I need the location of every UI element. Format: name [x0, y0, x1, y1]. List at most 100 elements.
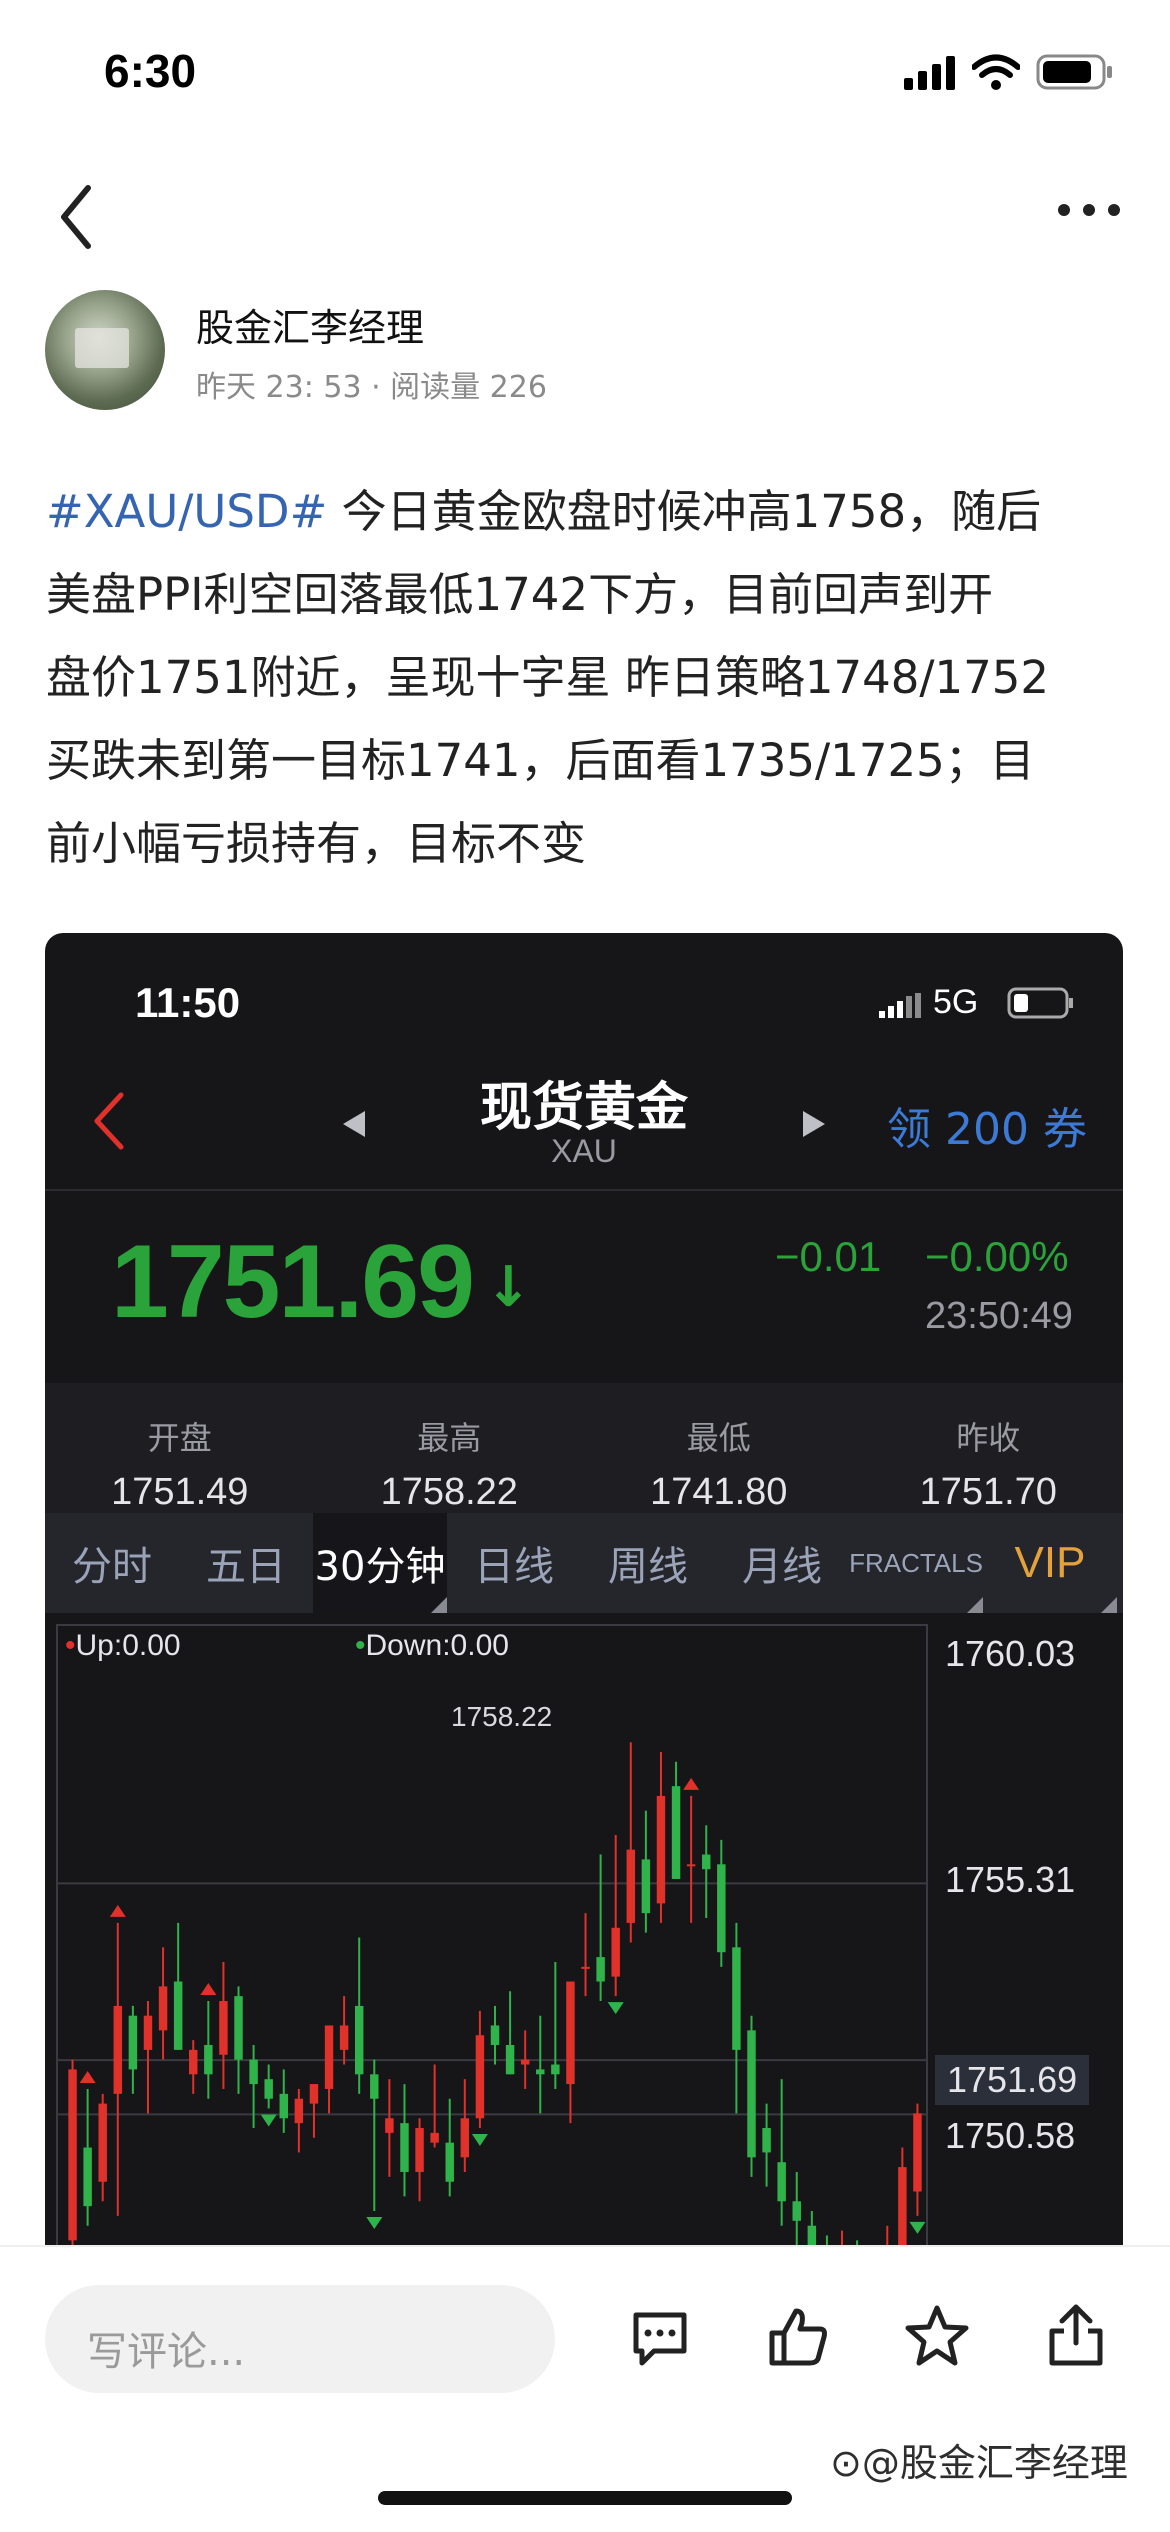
fractal-up-marker — [200, 1983, 217, 1996]
candle-body — [83, 2147, 92, 2207]
screenshot-network: 5G — [933, 983, 979, 1021]
stat-open: 开盘 1751.49 — [45, 1383, 315, 1513]
candle-body — [415, 2128, 424, 2172]
candle-body — [445, 2142, 454, 2182]
tab-intraday[interactable]: 分时 — [45, 1513, 179, 1613]
candlestick-chart[interactable]: •Up:0.00 •Down:0.00 1760.03 1755.31 1751… — [45, 1615, 1123, 2253]
tab-fractals[interactable]: FRACTALS — [849, 1513, 983, 1613]
tab-label: VIP — [1014, 1538, 1086, 1587]
candle-body — [566, 1981, 575, 2085]
stat-label: 开盘 — [147, 1419, 212, 1457]
chart-canvas — [56, 1624, 928, 2253]
candle-body — [309, 2084, 319, 2104]
candle-body — [249, 2059, 258, 2085]
y-axis-label: 1760.03 — [945, 1633, 1076, 1674]
back-icon[interactable] — [56, 184, 96, 250]
candle-body — [490, 2025, 500, 2045]
current-price-tag: 1751.69 — [935, 2055, 1090, 2105]
embedded-screenshot[interactable]: 11:50 5G 现货黄金 XAU 领 200 券 1751.69 ↓ −0.0… — [45, 933, 1123, 2253]
candle-body — [204, 2045, 213, 2075]
post-line: 前小幅亏损持有，目标不变 — [46, 817, 587, 870]
candle-body — [234, 1996, 243, 2060]
fractal-up-marker — [79, 2070, 96, 2083]
period-tabs: 分时 五日 30分钟 日线 周线 月线 FRACTALS VIP — [45, 1513, 1123, 1613]
wifi-icon — [972, 54, 1020, 90]
dropdown-corner-icon — [431, 1597, 447, 1613]
candle-body — [128, 2015, 138, 2070]
candle-body — [339, 2025, 349, 2050]
y-axis-label: 1755.31 — [945, 1859, 1076, 1900]
candle-body — [536, 2069, 545, 2075]
like-icon[interactable] — [766, 2305, 830, 2369]
legend-dot: • — [355, 1629, 366, 1662]
favorite-star-icon[interactable] — [904, 2303, 970, 2369]
candle-body — [671, 1786, 681, 1879]
signal-icon — [904, 56, 955, 90]
candle-body — [475, 2035, 485, 2119]
tab-daily[interactable]: 日线 — [447, 1513, 581, 1613]
screenshot-signal-icon — [879, 993, 921, 1018]
fractal-down-marker — [366, 2217, 383, 2230]
candle-body — [656, 1795, 666, 1904]
screenshot-time: 11:50 — [135, 979, 241, 1026]
candle-body — [551, 2064, 560, 2075]
fractal-down-marker — [260, 2114, 277, 2127]
tab-weekly[interactable]: 周线 — [581, 1513, 715, 1613]
screenshot-battery-icon — [1007, 987, 1073, 1019]
comment-icon[interactable] — [628, 2307, 692, 2371]
candle-body — [581, 1966, 590, 1969]
coupon-link[interactable]: 领 200 券 — [887, 1093, 1087, 1157]
nav-bar — [0, 160, 1170, 270]
candle-body — [370, 2074, 379, 2099]
hashtag-link[interactable]: #XAU/USD# — [46, 485, 327, 538]
candle-body — [430, 2132, 439, 2143]
fractal-down-marker — [471, 2134, 488, 2147]
candle-body — [913, 2113, 922, 2192]
tab-vip[interactable]: VIP — [983, 1513, 1117, 1613]
fractal-down-marker — [909, 2221, 926, 2234]
candle-body — [520, 2059, 530, 2065]
more-icon[interactable] — [1056, 202, 1122, 218]
tab-30min[interactable]: 30分钟 — [313, 1513, 447, 1613]
fractal-down-marker — [607, 2002, 624, 2015]
tab-label: FRACTALS — [849, 1547, 983, 1578]
price-change: −0.01 — [775, 1233, 882, 1280]
post-line: 盘价1751附近，呈现十字星 昨日策略1748/1752 — [46, 651, 1050, 704]
candle-body — [898, 2167, 907, 2253]
stat-value: 1741.80 — [650, 1471, 788, 1513]
fractal-up-marker — [109, 1904, 126, 1917]
home-indicator — [378, 2491, 792, 2505]
candle-body — [219, 2001, 228, 2055]
candle-body — [626, 1849, 636, 1923]
tab-monthly[interactable]: 月线 — [715, 1513, 849, 1613]
candle-body — [113, 2005, 123, 2094]
candle-body — [400, 2123, 409, 2172]
battery-icon — [1036, 54, 1112, 90]
quote-stats: 开盘 1751.49 最高 1758.22 最低 1741.80 昨收 1751.70 — [45, 1383, 1123, 1513]
candle-body — [596, 1957, 605, 1982]
dropdown-corner-icon — [1101, 1597, 1117, 1613]
candle-body — [98, 2103, 107, 2182]
stat-prev-close: 昨收 1751.70 — [854, 1383, 1124, 1513]
avatar[interactable] — [45, 290, 165, 410]
stat-low: 最低 1741.80 — [584, 1383, 854, 1513]
post-text: 今日黄金欧盘时候冲高1758，随后 — [327, 485, 1042, 538]
legend-down: •Down:0.00 — [355, 1629, 509, 1663]
stat-label: 昨收 — [956, 1419, 1021, 1457]
max-annotation: 1758.22 — [451, 1701, 553, 1732]
author-name[interactable]: 股金汇李经理 — [196, 297, 424, 352]
post-line: 买跌未到第一目标1741，后面看1735/1725；目 — [46, 734, 1035, 787]
bottom-bar: 写评论... ⊙@股金汇李经理 — [0, 2245, 1170, 2532]
legend-up: •Up:0.00 — [65, 1629, 181, 1663]
candle-body — [354, 2005, 364, 2075]
candle-body — [777, 2162, 786, 2202]
tab-five-day[interactable]: 五日 — [179, 1513, 313, 1613]
share-icon[interactable] — [1046, 2301, 1106, 2369]
status-time: 6:30 — [104, 45, 197, 97]
y-axis-label: 1750.58 — [945, 2115, 1076, 2156]
candle-body — [792, 2201, 801, 2221]
candle-body — [717, 1864, 726, 1953]
comment-input[interactable]: 写评论... — [45, 2285, 555, 2393]
stat-value: 1751.70 — [919, 1471, 1057, 1513]
post-body: #XAU/USD# 今日黄金欧盘时候冲高1758，随后 美盘PPI利空回落最低1… — [46, 470, 1136, 885]
